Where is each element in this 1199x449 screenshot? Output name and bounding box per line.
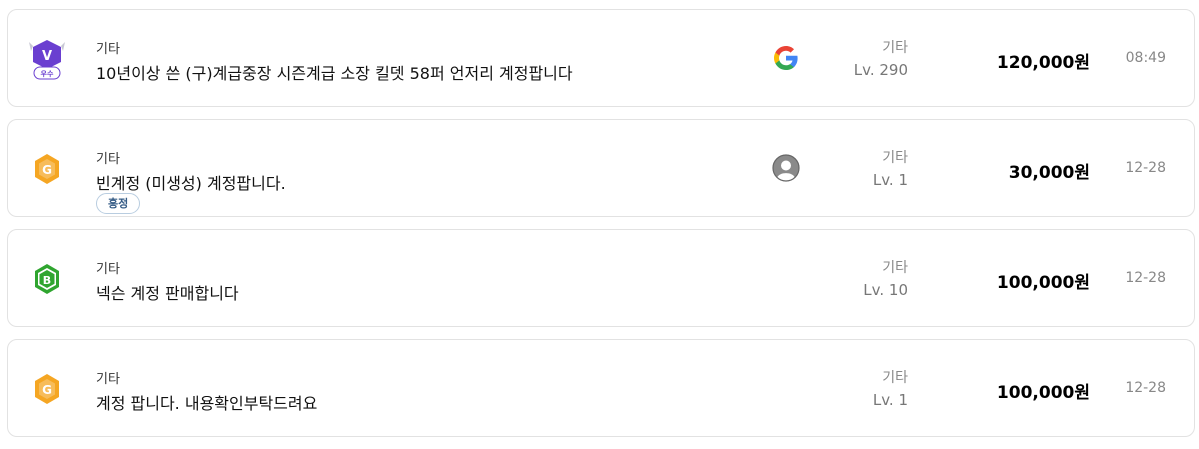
listing-card[interactable]: G 기타 빈계정 (미생성) 계정팝니다. 흥정 기타 Lv. 1 30,000… xyxy=(7,119,1195,217)
listing-category: 기타 xyxy=(96,152,120,167)
listing-title[interactable]: 10년이상 쓴 (구)계급중장 시즌계급 소장 킬뎃 58퍼 언저리 계정팝니다 xyxy=(96,60,573,84)
listing-card[interactable]: G 기타 계정 팝니다. 내용확인부탁드려요 기타 Lv. 1 100,000원… xyxy=(7,339,1195,437)
negotiable-tag: 흥정 xyxy=(96,193,141,214)
google-icon xyxy=(772,44,800,72)
level-category: 기타 xyxy=(882,260,908,276)
listing-time: 08:49 xyxy=(1125,50,1166,66)
listing-price: 100,000원 xyxy=(996,273,1090,293)
svg-text:우수: 우수 xyxy=(41,69,54,78)
listing-category: 기타 xyxy=(96,262,120,277)
listing-title[interactable]: 넥슨 계정 판매합니다 xyxy=(96,280,239,304)
default-avatar-icon xyxy=(772,154,800,182)
listing-category: 기타 xyxy=(96,372,120,387)
level-category: 기타 xyxy=(882,370,908,386)
listing-time: 12-28 xyxy=(1125,270,1166,286)
grade-b-hexagon-icon: B xyxy=(28,258,66,300)
level-value: Lv. 290 xyxy=(853,61,908,79)
listing-title[interactable]: 빈계정 (미생성) 계정팝니다. xyxy=(96,170,286,194)
level-category: 기타 xyxy=(882,150,908,166)
listing-time: 12-28 xyxy=(1125,380,1166,396)
grade-g-hexagon-icon: G xyxy=(28,368,66,410)
svg-text:G: G xyxy=(42,163,52,177)
listing-card[interactable]: V 우수 기타 10년이상 쓴 (구)계급중장 시즌계급 소장 킬뎃 58퍼 언… xyxy=(7,9,1195,107)
listing-price: 100,000원 xyxy=(996,383,1090,403)
level-category: 기타 xyxy=(882,40,908,56)
svg-text:B: B xyxy=(43,274,51,287)
listing-category: 기타 xyxy=(96,42,120,57)
listing-card[interactable]: B 기타 넥슨 계정 판매합니다 기타 Lv. 10 100,000원 12-2… xyxy=(7,229,1195,327)
listing-price: 120,000원 xyxy=(996,53,1090,73)
listing-time: 12-28 xyxy=(1125,160,1166,176)
grade-g-hexagon-icon: G xyxy=(28,148,66,190)
listing-title[interactable]: 계정 팝니다. 내용확인부탁드려요 xyxy=(96,390,317,414)
level-value: Lv. 1 xyxy=(872,391,908,409)
grade-v-shield-icon: V 우수 xyxy=(28,38,66,80)
svg-text:G: G xyxy=(42,383,52,397)
level-value: Lv. 10 xyxy=(863,281,908,299)
listing-price: 30,000원 xyxy=(1008,163,1090,183)
level-value: Lv. 1 xyxy=(872,171,908,189)
svg-text:V: V xyxy=(42,49,52,64)
listing-list: V 우수 기타 10년이상 쓴 (구)계급중장 시즌계급 소장 킬뎃 58퍼 언… xyxy=(0,0,1199,449)
